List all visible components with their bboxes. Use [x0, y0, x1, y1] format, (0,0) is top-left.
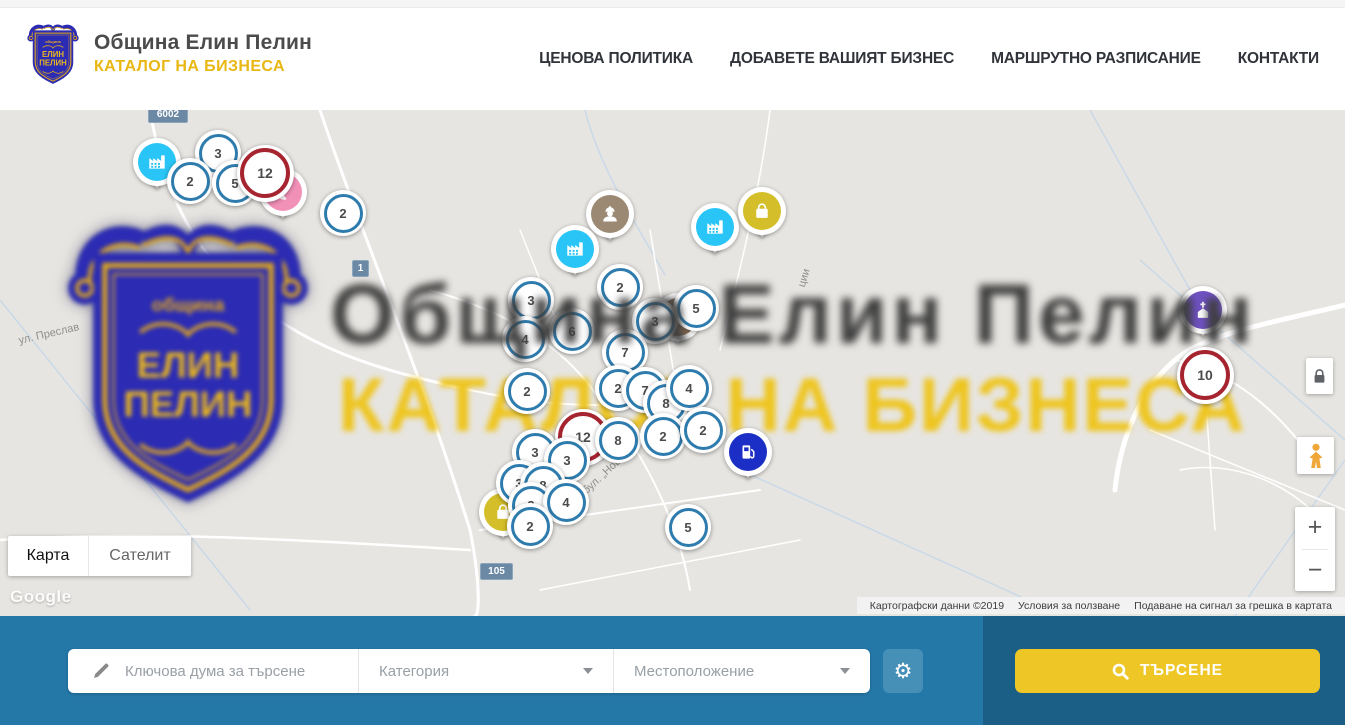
cluster-marker[interactable]: 2	[507, 503, 553, 549]
cluster-marker[interactable]: 2	[504, 368, 550, 414]
municipality-logo[interactable]	[26, 21, 80, 89]
cluster-count: 5	[669, 508, 708, 547]
map-type-satellite-button[interactable]: Сателит	[89, 536, 191, 576]
watermark-line1: Община Елин Пелин	[330, 266, 1212, 363]
cluster-marker[interactable]: 2	[167, 158, 213, 204]
pegman-icon	[1306, 443, 1326, 469]
zoom-out-button[interactable]: −	[1295, 550, 1335, 592]
cluster-count: 4	[547, 483, 586, 522]
nav-pricing-policy[interactable]: ЦЕНОВА ПОЛИТИКА	[539, 50, 693, 68]
location-select[interactable]: Местоположение	[613, 649, 870, 693]
zoom-in-button[interactable]: +	[1295, 507, 1335, 549]
cluster-count: 8	[599, 421, 638, 460]
site-brand: Община Елин Пелин КАТАЛОГ НА БИЗНЕСА	[94, 31, 312, 76]
cluster-count: 12	[240, 148, 290, 198]
cluster-count: 2	[644, 417, 683, 456]
gear-icon: ⚙	[894, 659, 913, 684]
search-submit-button[interactable]: ТЪРСЕНЕ	[1015, 649, 1320, 693]
street-view-pegman-button[interactable]	[1297, 437, 1334, 474]
search-icon	[1112, 663, 1129, 680]
search-bar: Категория Местоположение ⚙ ТЪРСЕНЕ	[0, 616, 1345, 725]
pencil-icon	[92, 662, 110, 680]
cluster-count: 2	[684, 411, 723, 450]
cluster-count: 2	[171, 162, 210, 201]
google-logo[interactable]: Google	[10, 587, 72, 607]
cluster-marker[interactable]: 2	[320, 190, 366, 236]
zoom-control: + −	[1295, 507, 1335, 591]
keyword-field	[68, 662, 358, 681]
fuel-map-pin[interactable]	[724, 428, 772, 476]
factory-map-pin[interactable]	[691, 203, 739, 251]
cluster-marker[interactable]: 12	[237, 145, 294, 202]
terms-link[interactable]: Условия за ползване	[1011, 600, 1127, 612]
nav-add-business[interactable]: ДОБАВЕТЕ ВАШИЯТ БИЗНЕС	[730, 50, 954, 68]
map-data-copyright: Картографски данни ©2019	[863, 600, 1011, 612]
search-submit-label: ТЪРСЕНЕ	[1140, 662, 1223, 680]
site-subtitle: КАТАЛОГ НА БИЗНЕСА	[94, 58, 312, 76]
report-error-link[interactable]: Подаване на сигнал за грешка в картата	[1127, 600, 1339, 612]
site-header: Община Елин Пелин КАТАЛОГ НА БИЗНЕСА ЦЕН…	[0, 0, 1345, 110]
cluster-marker[interactable]: 5	[665, 504, 711, 550]
caret-down-icon	[583, 668, 593, 674]
caret-down-icon	[840, 668, 850, 674]
cluster-count: 2	[324, 194, 363, 233]
category-select[interactable]: Категория	[358, 649, 613, 693]
nav-route-schedule[interactable]: МАРШРУТНО РАЗПИСАНИЕ	[991, 50, 1201, 68]
lock-icon	[1313, 369, 1326, 384]
shopping-bag-icon	[743, 192, 781, 230]
watermark-crest	[62, 210, 314, 525]
cluster-marker[interactable]: 2	[680, 407, 726, 453]
road-shield-label: 6002	[148, 110, 188, 123]
cluster-count: 2	[511, 507, 550, 546]
shopping-bag-map-pin[interactable]	[738, 187, 786, 235]
map-lock-button[interactable]	[1306, 358, 1333, 394]
location-select-value: Местоположение	[634, 663, 754, 680]
cluster-count: 4	[670, 369, 709, 408]
category-select-value: Категория	[379, 663, 449, 680]
site-title: Община Елин Пелин	[94, 31, 312, 55]
map-attribution: Картографски данни ©2019 Условия за полз…	[857, 597, 1345, 614]
advanced-settings-button[interactable]: ⚙	[883, 649, 923, 693]
road-shield-label: 105	[480, 563, 513, 580]
search-fields-group: Категория Местоположение	[68, 649, 870, 693]
cluster-marker[interactable]: 2	[640, 413, 686, 459]
map-type-control: Карта Сателит	[8, 536, 191, 576]
factory-icon	[556, 230, 594, 268]
factory-icon	[696, 208, 734, 246]
cluster-marker[interactable]: 4	[666, 365, 712, 411]
google-map[interactable]: 60021105ул. Преславбул. „Новоселции 3251…	[0, 110, 1345, 616]
nav-contacts[interactable]: КОНТАКТИ	[1238, 50, 1319, 68]
main-nav: ЦЕНОВА ПОЛИТИКА ДОБАВЕТЕ ВАШИЯТ БИЗНЕС М…	[539, 7, 1319, 110]
map-type-map-button[interactable]: Карта	[8, 536, 89, 576]
fuel-icon	[729, 433, 767, 471]
cluster-marker[interactable]: 8	[595, 417, 641, 463]
keyword-search-input[interactable]	[123, 662, 358, 681]
cluster-count: 2	[508, 372, 547, 411]
top-strip	[0, 0, 1345, 8]
